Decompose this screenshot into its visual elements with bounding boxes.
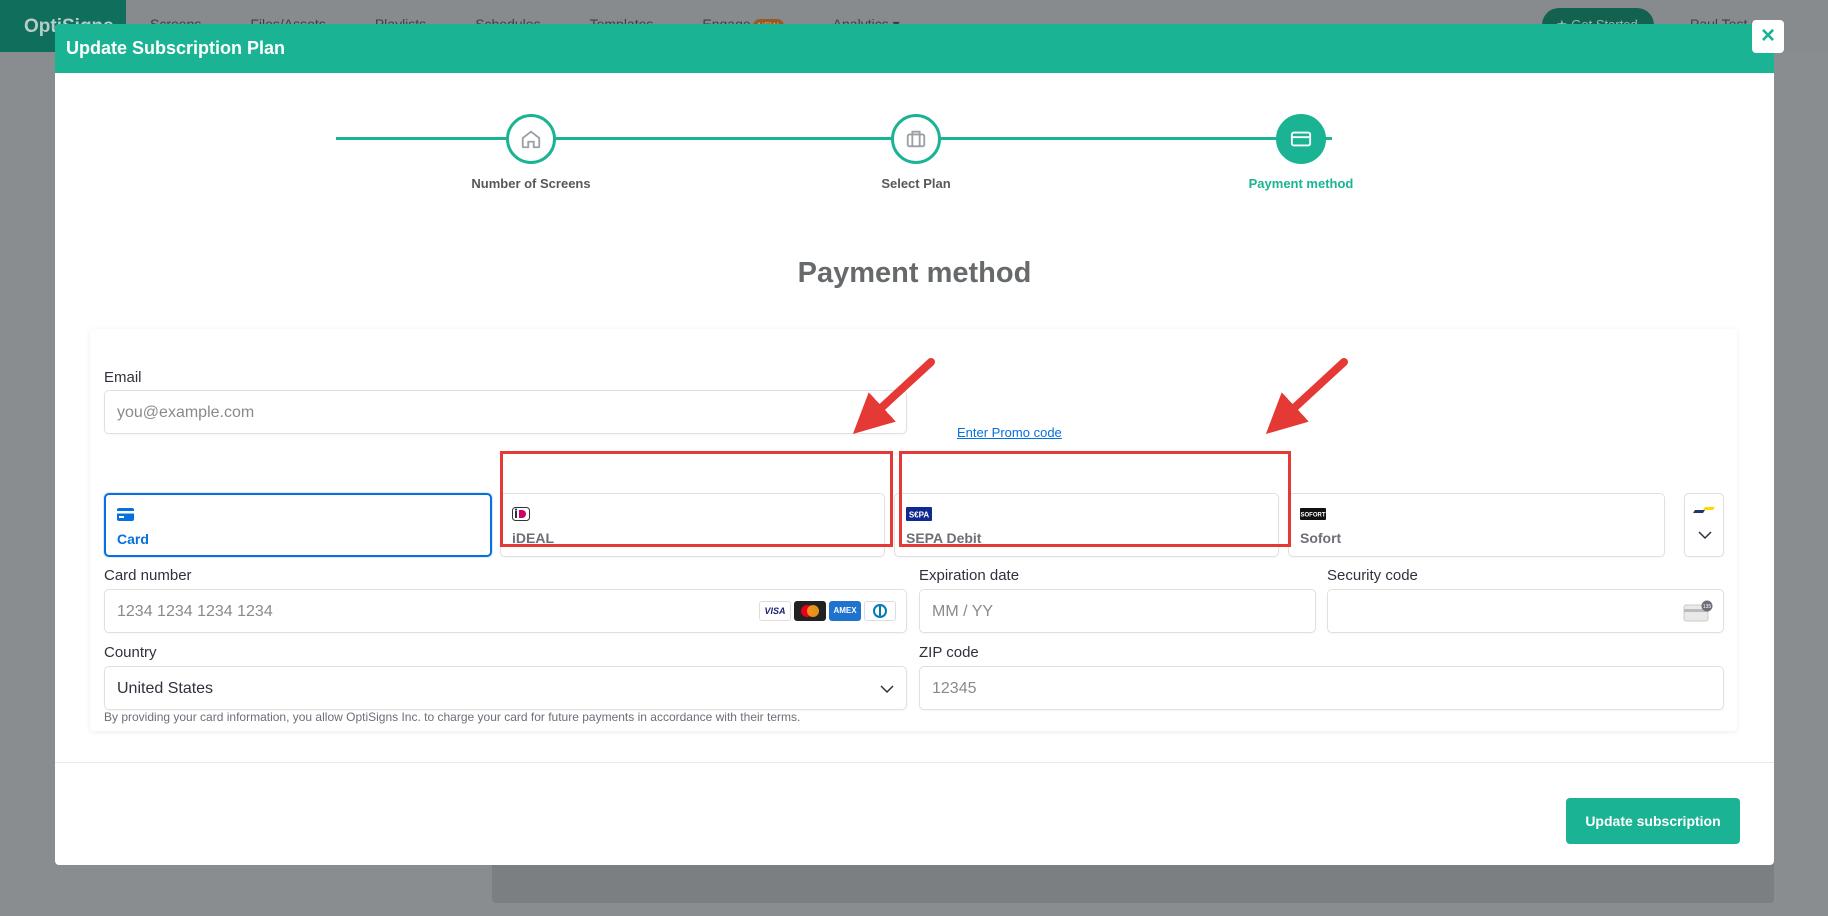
sofort-logo-icon: SOFORT — [1300, 507, 1326, 525]
payment-tab-sofort[interactable]: SOFORT Sofort — [1288, 493, 1665, 557]
update-subscription-modal: Update Subscription Plan Number of Scree… — [55, 24, 1774, 865]
stepper-line-2 — [947, 137, 1332, 140]
mastercard-icon — [794, 601, 826, 621]
credit-card-icon — [1290, 131, 1312, 147]
card-brands: VISA AMEX — [756, 601, 896, 621]
highlight-box-ideal — [500, 451, 893, 547]
step-select-plan[interactable] — [891, 114, 941, 164]
close-button[interactable]: × — [1752, 20, 1784, 53]
card-number-placeholder: 1234 1234 1234 1234 — [117, 603, 273, 620]
chevron-down-icon — [1698, 531, 1712, 540]
security-code-field[interactable]: 135 — [1327, 589, 1724, 633]
home-icon — [521, 130, 541, 149]
footer-divider — [55, 762, 1774, 763]
payment-tab-sofort-label: Sofort — [1300, 530, 1342, 546]
card-number-label: Card number — [104, 567, 192, 584]
payment-tab-card[interactable]: Card — [104, 493, 492, 557]
country-value: United States — [117, 680, 214, 697]
briefcase-icon — [906, 130, 926, 148]
diners-club-icon — [864, 601, 896, 621]
card-icon — [117, 508, 134, 526]
cvc-card-icon: 135 — [1683, 600, 1713, 622]
stepper-line-1 — [562, 137, 947, 140]
step-label-payment-method: Payment method — [1248, 176, 1354, 191]
step-label-number-of-screens: Number of Screens — [471, 176, 591, 191]
step-number-of-screens[interactable] — [506, 114, 556, 164]
country-label: Country — [104, 644, 157, 661]
svg-text:135: 135 — [1703, 604, 1712, 610]
country-select[interactable]: United States — [104, 666, 907, 710]
amex-icon: AMEX — [829, 601, 861, 621]
card-number-field[interactable]: 1234 1234 1234 1234 VISA AMEX — [104, 589, 907, 633]
email-field[interactable]: you@example.com — [104, 390, 907, 434]
chevron-down-icon — [880, 685, 894, 694]
visa-icon: VISA — [759, 601, 791, 621]
highlight-box-sepa — [899, 451, 1291, 547]
section-title: Payment method — [797, 257, 1032, 289]
modal-header: Update Subscription Plan — [55, 24, 1774, 73]
more-payment-methods-button[interactable] — [1684, 493, 1724, 557]
update-subscription-button[interactable]: Update subscription — [1566, 798, 1740, 844]
email-label: Email — [104, 369, 142, 386]
expiration-date-field[interactable]: MM / YY — [919, 589, 1316, 633]
enter-promo-code-link[interactable]: Enter Promo code — [957, 425, 1062, 440]
card-disclaimer: By providing your card information, you … — [104, 710, 801, 724]
modal-title: Update Subscription Plan — [66, 38, 286, 58]
expiration-date-label: Expiration date — [919, 567, 1020, 584]
step-payment-method[interactable] — [1276, 114, 1326, 164]
step-label-select-plan: Select Plan — [881, 176, 951, 191]
security-code-label: Security code — [1327, 567, 1418, 584]
svg-text:SOFORT: SOFORT — [1301, 513, 1326, 519]
zip-code-field[interactable]: 12345 — [919, 666, 1724, 710]
bancontact-logo-icon — [1693, 507, 1715, 513]
payment-tab-card-label: Card — [117, 531, 149, 547]
zip-code-label: ZIP code — [919, 644, 979, 661]
